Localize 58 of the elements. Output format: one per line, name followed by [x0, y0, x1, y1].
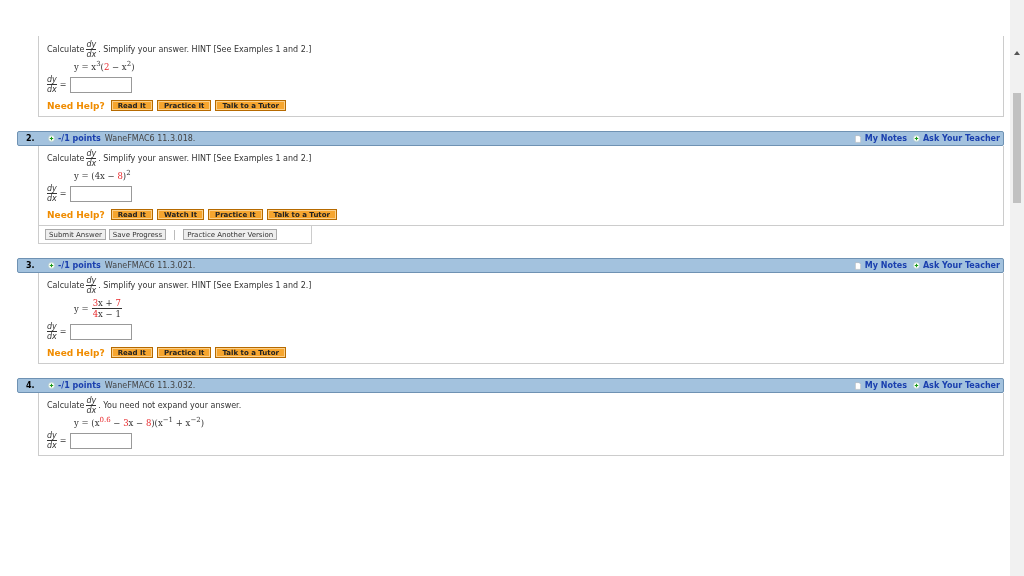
question-number: 4. [26, 381, 36, 390]
prompt-text: Calculate [47, 45, 85, 54]
note-icon [854, 134, 861, 143]
derivative-fraction: dy dx [86, 276, 97, 295]
my-notes-link[interactable]: My Notes [864, 134, 907, 143]
equals-sign: = [59, 436, 67, 445]
my-notes-link[interactable]: My Notes [864, 381, 907, 390]
source-label: WaneFMAC6 11.3.018. [104, 134, 196, 143]
note-icon [854, 381, 861, 390]
ask-teacher-link[interactable]: Ask Your Teacher [922, 134, 1000, 143]
source-label: WaneFMAC6 11.3.032. [104, 381, 196, 390]
note-icon [854, 261, 861, 270]
derivative-fraction: dy dx [47, 431, 57, 450]
equals-sign: = [59, 327, 67, 336]
derivative-fraction: dy dx [86, 149, 97, 168]
question-number: 2. [26, 134, 36, 143]
prompt-text: Calculate [47, 401, 85, 410]
plus-icon [912, 262, 920, 269]
prompt-text: . Simplify your answer. HINT [See Examples 1 and 2.] [98, 45, 312, 54]
my-notes-link[interactable]: My Notes [864, 261, 907, 270]
derivative-fraction: dy dx [47, 184, 57, 203]
source-label: WaneFMAC6 11.3.021. [104, 261, 196, 270]
equation: y = (4x − 8)$^{2}$ [74, 171, 132, 181]
scroll-up-icon[interactable] [1013, 50, 1021, 56]
equals-sign: = [59, 80, 67, 89]
plus-icon [912, 135, 920, 142]
points-label: -/1 points [58, 134, 101, 143]
plus-icon [48, 382, 55, 389]
derivative-fraction: dy dx [47, 75, 57, 94]
equation: y = (x$^{0.6}$ − 3x − 8)(x$^{−1}$ + x$^{−2}$) [74, 418, 206, 428]
prompt-text: Calculate [47, 154, 85, 163]
answer-field[interactable] [69, 185, 132, 202]
prompt-text: Calculate [47, 281, 85, 290]
derivative-fraction: dy dx [86, 396, 97, 415]
scroll-thumb[interactable] [1013, 93, 1021, 203]
prompt-text: . Simplify your answer. HINT [See Examples 1 and 2.] [98, 154, 312, 163]
equation: y = 3x + 7 4x − 1 [74, 298, 123, 319]
answer-field[interactable] [69, 432, 132, 449]
need-help-label: Need Help? [47, 100, 105, 111]
equation: y = x$^{3}$(2 − x$^{2}$) [74, 62, 136, 72]
plus-icon [912, 382, 920, 389]
prompt-text: . Simplify your answer. HINT [See Examples 1 and 2.] [98, 281, 312, 290]
derivative-fraction: dy dx [86, 40, 97, 59]
points-label: -/1 points [58, 261, 101, 270]
prompt-text: . You need not expand your answer. [98, 401, 242, 410]
need-help-label: Need Help? [47, 209, 105, 220]
points-label: -/1 points [58, 381, 101, 390]
derivative-fraction: dy dx [47, 322, 57, 341]
equals-sign: = [59, 189, 67, 198]
need-help-label: Need Help? [47, 347, 105, 358]
question-number: 3. [26, 261, 36, 270]
plus-icon [48, 262, 55, 269]
ask-teacher-link[interactable]: Ask Your Teacher [922, 381, 1000, 390]
answer-field[interactable] [69, 323, 132, 340]
ask-teacher-link[interactable]: Ask Your Teacher [922, 261, 1000, 270]
scrollbar[interactable] [1010, 0, 1024, 576]
answer-field[interactable] [69, 76, 132, 93]
plus-icon [48, 135, 55, 142]
